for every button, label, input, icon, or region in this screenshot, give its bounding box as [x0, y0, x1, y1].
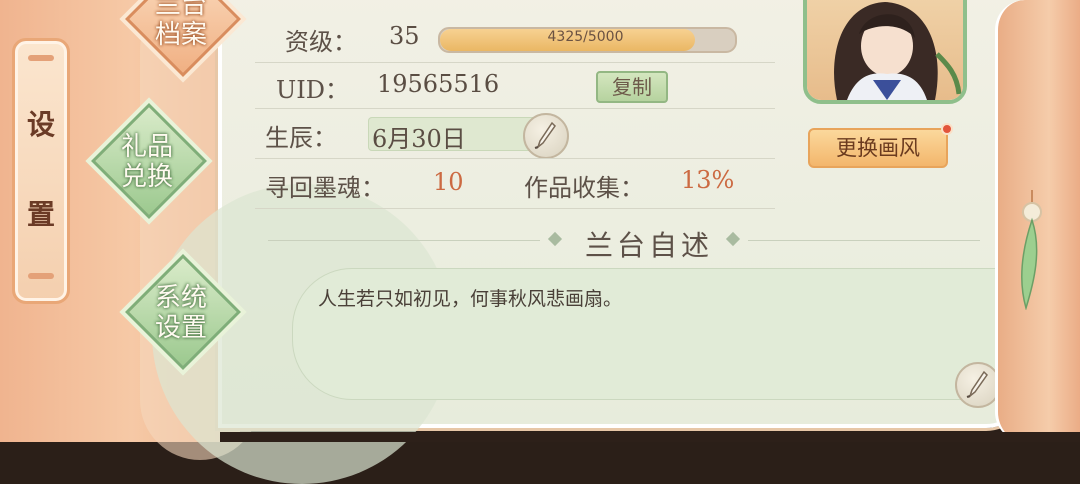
row-divider [255, 62, 775, 63]
brush-pen-icon [966, 370, 988, 398]
settings-tab[interactable]: 设 置 [12, 38, 70, 304]
birthday-label: 生辰： [265, 124, 337, 152]
row-divider [255, 158, 775, 159]
tab-ornament-bottom [28, 273, 54, 279]
settings-tab-char-2: 置 [26, 198, 55, 231]
edit-birthday-button[interactable] [523, 113, 569, 159]
level-value: 35 [389, 22, 420, 50]
collection-value: 13% [681, 166, 735, 194]
section-line-left [268, 240, 540, 241]
archive-label: 兰台 档案 [154, 0, 207, 50]
row-divider [255, 108, 775, 109]
uid-value: 19565516 [377, 70, 500, 98]
uid-label: UID： [276, 76, 349, 104]
brush-pen-icon [534, 121, 556, 149]
menu-gift-redeem-button[interactable]: 礼品 兑换 [91, 103, 207, 219]
birthday-value: 6月30日 [372, 125, 466, 153]
tab-ornament-top [28, 55, 54, 61]
character-portrait-icon [834, 2, 962, 100]
system-settings-label: 系统 设置 [154, 283, 207, 343]
gift-redeem-label: 礼品 兑换 [120, 132, 173, 192]
collection-label: 作品收集： [524, 174, 644, 202]
avatar[interactable] [803, 0, 967, 104]
section-line-right [748, 240, 980, 241]
jade-pendant-icon [1021, 190, 1042, 310]
settings-tab-char-1: 设 [26, 108, 55, 141]
copy-uid-button[interactable]: 复制 [596, 71, 668, 103]
self-intro-title: 兰台自述 [585, 229, 714, 262]
menu-archive-button[interactable]: 兰台 档案 [125, 0, 241, 77]
change-art-style-button[interactable]: 更换画风 [808, 128, 948, 168]
level-label: 资级： [285, 28, 357, 56]
bottom-edge [220, 432, 1080, 442]
ink-soul-label: 寻回墨魂： [265, 174, 385, 202]
notification-dot-icon [941, 123, 953, 135]
game-profile-screen: 设 置 兰台 档案 礼品 兑换 系统 设置 资级： 35 4325/5000 U… [0, 0, 1080, 484]
ink-soul-value: 10 [433, 168, 464, 196]
menu-system-settings-button[interactable]: 系统 设置 [125, 254, 241, 370]
exp-progress-text: 4325/5000 [547, 29, 624, 45]
self-intro-text: 人生若只如初见，何事秋风悲画扇。 [318, 288, 623, 310]
row-divider [255, 208, 775, 209]
